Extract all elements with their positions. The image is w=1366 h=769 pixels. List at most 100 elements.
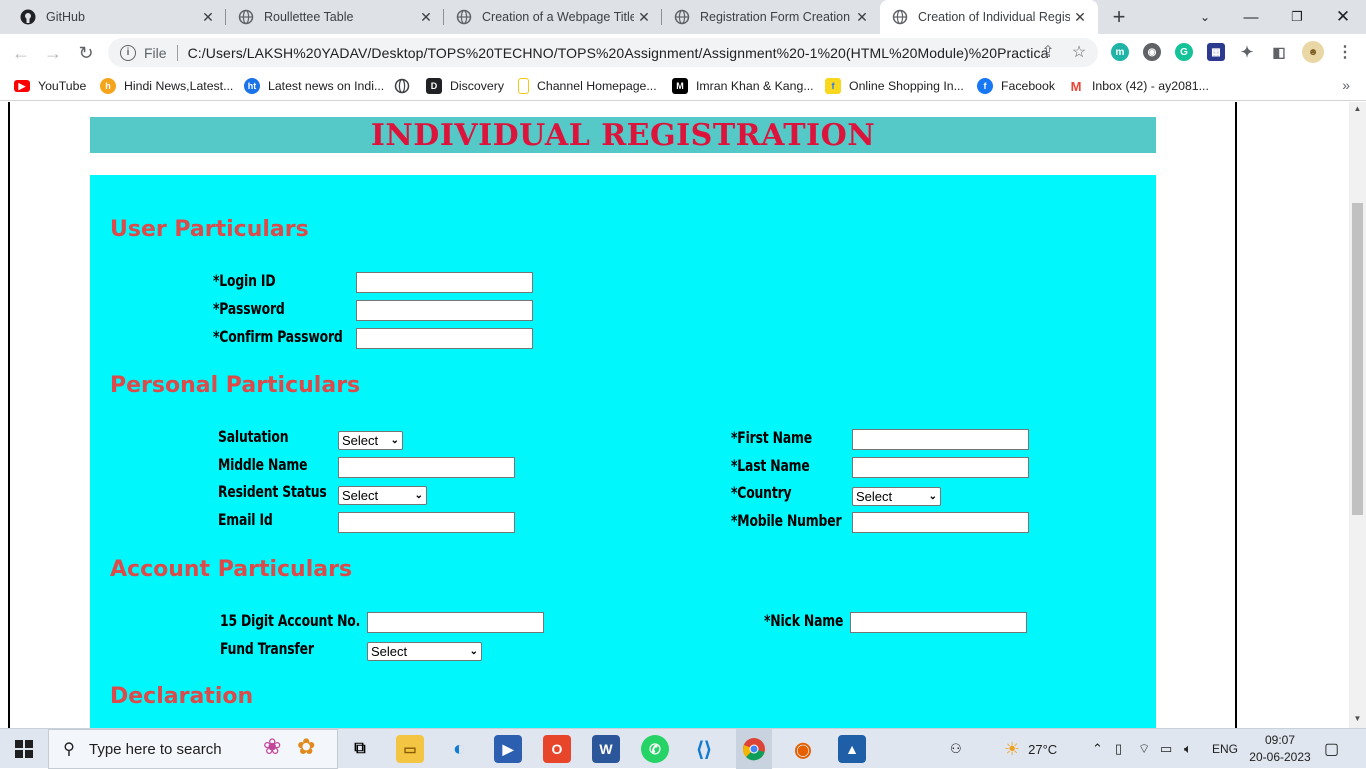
- language-indicator[interactable]: ENG: [1212, 729, 1238, 769]
- first-name-label: *First Name: [731, 428, 813, 447]
- login-id-field[interactable]: [356, 272, 533, 293]
- firefox-icon[interactable]: ◉: [789, 735, 817, 763]
- share-icon[interactable]: ⇪: [1038, 42, 1058, 62]
- windows-start-button[interactable]: [0, 729, 48, 769]
- taskbar-search-box[interactable]: ⚲ Type here to search ❀ ✿: [48, 729, 338, 769]
- windows-logo-icon: [15, 740, 33, 758]
- close-icon[interactable]: ✕: [1070, 7, 1090, 27]
- extensions-puzzle-icon[interactable]: ✦: [1238, 43, 1256, 61]
- bookmark-channel-homepage[interactable]: Channel Homepage...: [518, 77, 657, 95]
- flipkart-icon: f: [825, 78, 841, 94]
- bookmark-discovery[interactable]: D Discovery: [426, 77, 504, 95]
- taskbar-clock[interactable]: 09:07 20-06-2023: [1245, 732, 1315, 766]
- resident-status-select[interactable]: Select ⌄: [338, 486, 427, 505]
- bookmark-online-shopping[interactable]: f Online Shopping In...: [825, 77, 964, 95]
- notifications-icon[interactable]: ▢: [1324, 729, 1339, 769]
- password-label: *Password: [213, 299, 285, 318]
- chevron-up-icon[interactable]: ⌃: [1092, 729, 1103, 769]
- weather-widget[interactable]: ☀ 27°C: [1004, 729, 1057, 769]
- tab-github[interactable]: GitHub ✕: [8, 0, 226, 34]
- bookmarks-overflow-icon[interactable]: »: [1342, 77, 1350, 93]
- email-id-label: Email Id: [218, 510, 273, 529]
- menu-kebab-icon[interactable]: ⋮: [1336, 43, 1354, 61]
- tab-webpage-title[interactable]: Creation of a Webpage Title ✕: [444, 0, 662, 34]
- address-scheme: File: [144, 44, 167, 61]
- email-id-field[interactable]: [338, 512, 515, 533]
- tab-individual-registration[interactable]: Creation of Individual Registr ✕: [880, 0, 1098, 34]
- scroll-down-icon[interactable]: ▼: [1349, 714, 1366, 726]
- mobile-number-field[interactable]: [852, 512, 1029, 533]
- vertical-scrollbar[interactable]: ▲ ▼: [1349, 102, 1366, 728]
- whatsapp-icon[interactable]: ✆: [641, 735, 669, 763]
- office-icon[interactable]: O: [543, 735, 571, 763]
- page-viewport: INDIVIDUAL REGISTRATION User Particulars…: [0, 102, 1366, 728]
- weather-temperature: 27°C: [1028, 741, 1058, 757]
- media-player-icon[interactable]: ▶: [494, 735, 522, 763]
- close-window-button[interactable]: ✕: [1320, 0, 1366, 34]
- salutation-select[interactable]: Select ⌄: [338, 431, 403, 450]
- close-icon[interactable]: ✕: [416, 7, 436, 27]
- password-field[interactable]: [356, 300, 533, 321]
- info-icon[interactable]: i: [120, 44, 136, 61]
- close-icon[interactable]: ✕: [634, 7, 654, 27]
- side-panel-icon[interactable]: ◧: [1270, 43, 1288, 61]
- nick-name-field[interactable]: [850, 612, 1027, 633]
- url-text[interactable]: C:/Users/LAKSH%20YADAV/Desktop/TOPS%20TE…: [188, 45, 1048, 61]
- close-icon[interactable]: ✕: [198, 7, 218, 27]
- close-icon[interactable]: ✕: [852, 7, 872, 27]
- back-icon[interactable]: ←: [8, 40, 34, 66]
- confirm-password-field[interactable]: [356, 328, 533, 349]
- butterfly-icon: ❀: [263, 734, 282, 759]
- word-icon[interactable]: W: [592, 735, 620, 763]
- mtv-icon: M: [672, 78, 688, 94]
- edge-icon[interactable]: ◐: [445, 735, 473, 763]
- extension-robot-icon[interactable]: ◉: [1143, 43, 1161, 61]
- tab-roullettee-table[interactable]: Roullettee Table ✕: [226, 0, 444, 34]
- restore-button[interactable]: ❐: [1274, 0, 1320, 34]
- chevron-down-icon: ⌄: [390, 435, 399, 446]
- reload-icon[interactable]: ↻: [73, 40, 99, 66]
- task-view-icon[interactable]: ⧉: [346, 735, 374, 763]
- news-icon: h: [100, 78, 116, 94]
- bookmarks-bar: ▶ YouTube h Hindi News,Latest... ht Late…: [0, 71, 1366, 101]
- tab-search-icon[interactable]: ⌄: [1182, 0, 1228, 34]
- last-name-field[interactable]: [852, 457, 1029, 478]
- tab-title: Registration Form Creation U: [700, 10, 852, 24]
- tab-registration-form[interactable]: Registration Form Creation U ✕: [662, 0, 880, 34]
- extension-color-icon[interactable]: ▦: [1207, 43, 1225, 61]
- bookmark-facebook[interactable]: f Facebook: [977, 77, 1055, 95]
- forward-icon[interactable]: →: [40, 40, 66, 66]
- bookmark-inbox[interactable]: M Inbox (42) - ay2081...: [1068, 77, 1209, 95]
- account-no-field[interactable]: [367, 612, 544, 633]
- middle-name-field[interactable]: [338, 457, 515, 478]
- avatar[interactable]: ☻: [1302, 41, 1324, 63]
- address-bar[interactable]: i File C:/Users/LAKSH%20YADAV/Desktop/TO…: [108, 38, 1098, 67]
- bookmark-label: YouTube: [38, 79, 87, 93]
- first-name-field[interactable]: [852, 429, 1029, 450]
- new-tab-button[interactable]: +: [1106, 4, 1132, 29]
- bookmark-youtube[interactable]: ▶ YouTube: [14, 77, 86, 95]
- battery-icon[interactable]: ▭: [1160, 729, 1172, 769]
- wifi-icon[interactable]: ⌔: [1138, 729, 1150, 769]
- chrome-icon[interactable]: [736, 729, 772, 769]
- photos-icon[interactable]: ▲: [838, 735, 866, 763]
- country-select[interactable]: Select ⌄: [852, 487, 941, 506]
- volume-icon[interactable]: 🔈︎: [1184, 729, 1192, 769]
- device-icon[interactable]: ▯: [1115, 729, 1122, 769]
- scrollbar-thumb[interactable]: [1352, 203, 1363, 515]
- fund-transfer-label: Fund Transfer: [220, 639, 314, 658]
- weather-sun-icon: ☀: [1004, 738, 1021, 759]
- bookmark-imran-khan[interactable]: M Imran Khan & Kang...: [672, 77, 814, 95]
- file-explorer-icon[interactable]: ▭: [396, 735, 424, 763]
- extension-m-icon[interactable]: m: [1111, 43, 1129, 61]
- bookmark-star-icon[interactable]: ☆: [1069, 42, 1089, 62]
- bookmark-globe[interactable]: [394, 77, 418, 95]
- scroll-up-icon[interactable]: ▲: [1349, 104, 1366, 116]
- bookmark-latest-news[interactable]: ht Latest news on Indi...: [244, 77, 384, 95]
- grammarly-icon[interactable]: G: [1175, 43, 1193, 61]
- minimize-button[interactable]: —: [1228, 0, 1274, 34]
- people-icon[interactable]: ⚇: [950, 729, 962, 769]
- fund-transfer-select[interactable]: Select ⌄: [367, 642, 482, 661]
- vscode-icon[interactable]: ⟨⟩: [690, 735, 718, 763]
- bookmark-hindi-news[interactable]: h Hindi News,Latest...: [100, 77, 233, 95]
